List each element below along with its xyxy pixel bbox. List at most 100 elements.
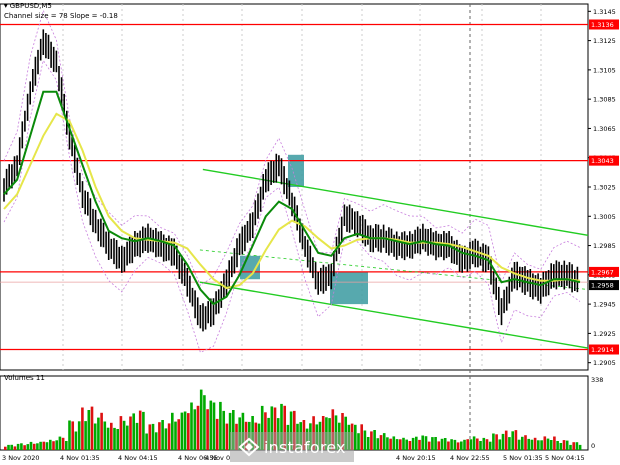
- watermark-text: instaforex: [264, 438, 346, 457]
- volume-bar: [511, 431, 515, 450]
- price-chart[interactable]: 1.31451.31251.31051.30851.30651.30451.30…: [0, 0, 620, 465]
- volume-bar: [476, 438, 479, 450]
- volume-bar: [39, 441, 42, 450]
- volume-bar: [16, 443, 20, 450]
- volume-bar: [472, 436, 476, 450]
- collapse-triangle-icon[interactable]: ▾: [4, 2, 8, 10]
- entry-zone-box: [288, 154, 304, 187]
- volume-bar: [527, 438, 531, 450]
- volume-bar: [556, 441, 559, 450]
- volume-bar: [354, 424, 357, 450]
- volume-bar: [20, 443, 23, 450]
- x-tick-label: 4 Nov 01:35: [60, 454, 100, 462]
- volume-bar: [148, 424, 152, 450]
- volume-bar: [126, 425, 129, 450]
- volume-bar: [171, 412, 174, 450]
- volume-bar: [93, 423, 97, 450]
- volume-bar: [479, 441, 482, 450]
- volume-bar: [517, 439, 521, 450]
- volume-bar: [492, 433, 495, 450]
- volume-bar: [7, 444, 10, 450]
- volume-bar: [164, 428, 168, 450]
- volume-bar: [440, 438, 444, 450]
- volume-bar: [524, 435, 527, 450]
- price-label-text: 1.3136: [591, 21, 614, 29]
- volume-bar: [113, 427, 116, 450]
- y-tick-label: 1.3125: [593, 37, 616, 45]
- volume-bar: [357, 433, 360, 450]
- volume-bar: [81, 407, 84, 450]
- volume-bar: [193, 409, 197, 450]
- volume-bar: [122, 420, 126, 450]
- volume-bar: [138, 410, 142, 450]
- volume-bar: [559, 443, 563, 450]
- price-label-text: 1.2958: [591, 282, 614, 290]
- x-tick-label: 5 Nov 04:15: [545, 454, 585, 462]
- y-tick-label: 1.2905: [593, 359, 616, 367]
- volume-bar: [366, 437, 370, 450]
- volume-bar: [514, 430, 518, 450]
- price-label-text: 1.2967: [591, 268, 614, 276]
- y-tick-label: 1.3085: [593, 96, 616, 104]
- volume-bar: [225, 423, 229, 450]
- symbol-label: ▾ GBPUSD,M5: [4, 2, 52, 10]
- y-tick-label: 1.2985: [593, 242, 616, 250]
- volume-bar: [456, 442, 460, 450]
- y-tick-label: 1.3105: [593, 66, 616, 74]
- y-tick-label: 1.2925: [593, 330, 616, 338]
- volume-bar: [215, 418, 219, 450]
- volume-bar: [212, 402, 216, 450]
- volume-bar: [154, 432, 158, 450]
- volume-bar: [578, 444, 582, 450]
- y-tick-label: 1.3065: [593, 125, 616, 133]
- volume-bar: [370, 431, 373, 450]
- y-tick-label: 1.3025: [593, 184, 616, 192]
- volume-bar: [209, 400, 213, 450]
- volume-bar: [132, 413, 136, 450]
- x-tick-label: 4 Nov 0: [205, 454, 230, 462]
- volume-bar: [498, 439, 502, 450]
- volume-bar: [360, 424, 364, 450]
- volume-bar: [13, 446, 17, 450]
- volume-bar: [488, 441, 492, 450]
- volume-bar: [549, 440, 553, 450]
- volume-bar: [90, 406, 94, 450]
- volume-bar: [129, 416, 132, 450]
- volume-bar: [106, 427, 110, 450]
- volume-bar: [167, 423, 171, 450]
- volume-max-label: 338: [591, 376, 603, 384]
- volume-bar: [183, 411, 187, 450]
- volume-bar: [537, 440, 540, 450]
- volume-bar: [501, 433, 505, 450]
- volume-bar: [187, 413, 190, 450]
- volume-bar: [74, 431, 78, 450]
- volume-bar: [4, 446, 7, 450]
- volume-bar: [151, 423, 155, 450]
- volume-bar: [363, 430, 367, 450]
- volume-bar: [530, 439, 534, 450]
- volume-bar: [421, 435, 425, 450]
- volume-bar: [87, 410, 91, 450]
- volume-bar: [543, 436, 547, 450]
- volume-bar: [466, 439, 470, 450]
- volume-bar: [508, 437, 511, 450]
- volume-bar: [97, 417, 100, 450]
- volume-bar: [190, 402, 193, 450]
- volume-bar: [32, 443, 36, 450]
- volume-bar: [10, 444, 14, 450]
- y-tick-label: 1.3145: [593, 8, 616, 16]
- volume-bar: [553, 436, 556, 450]
- volume-bar: [485, 439, 489, 450]
- volume-bar: [100, 412, 103, 450]
- volume-bar: [575, 442, 579, 450]
- volume-bar: [174, 421, 177, 450]
- volume-bar: [68, 420, 71, 450]
- instaforex-watermark: instaforex: [230, 432, 354, 462]
- volume-bar: [103, 421, 107, 450]
- volume-bar: [408, 441, 412, 450]
- volume-bar: [196, 405, 200, 450]
- volume-bar: [26, 444, 30, 450]
- volume-min-label: 0: [591, 442, 595, 450]
- volume-bar: [199, 389, 203, 450]
- volume-bar: [379, 435, 383, 450]
